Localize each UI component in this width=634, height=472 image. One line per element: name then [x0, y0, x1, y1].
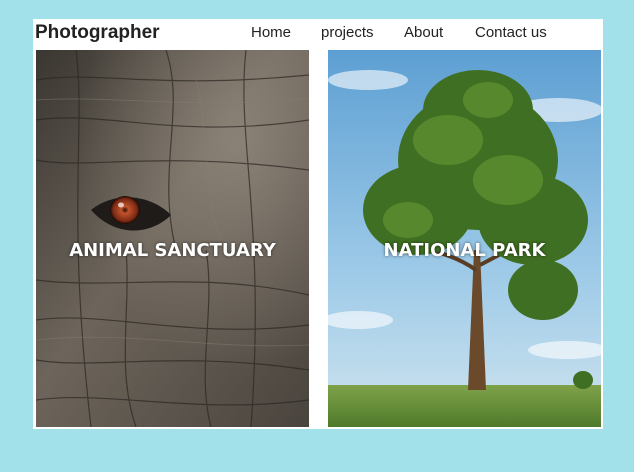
gallery-card-animal-sanctuary[interactable]: ANIMAL SANCTUARY	[36, 50, 309, 427]
navbar: Photographer Home projects About Contact…	[33, 19, 603, 50]
card-title: ANIMAL SANCTUARY	[69, 240, 276, 261]
tree-photo	[328, 50, 601, 427]
elephant-photo	[36, 50, 309, 427]
nav-link-home[interactable]: Home	[251, 24, 291, 41]
page-frame: Photographer Home projects About Contact…	[33, 19, 603, 429]
gallery-card-national-park[interactable]: NATIONAL PARK	[328, 50, 601, 427]
card-title: NATIONAL PARK	[383, 240, 546, 261]
nav-link-contact[interactable]: Contact us	[475, 24, 547, 41]
nav-link-about[interactable]: About	[404, 24, 443, 41]
nav-link-projects[interactable]: projects	[321, 24, 374, 41]
brand-logo[interactable]: Photographer	[35, 22, 160, 44]
